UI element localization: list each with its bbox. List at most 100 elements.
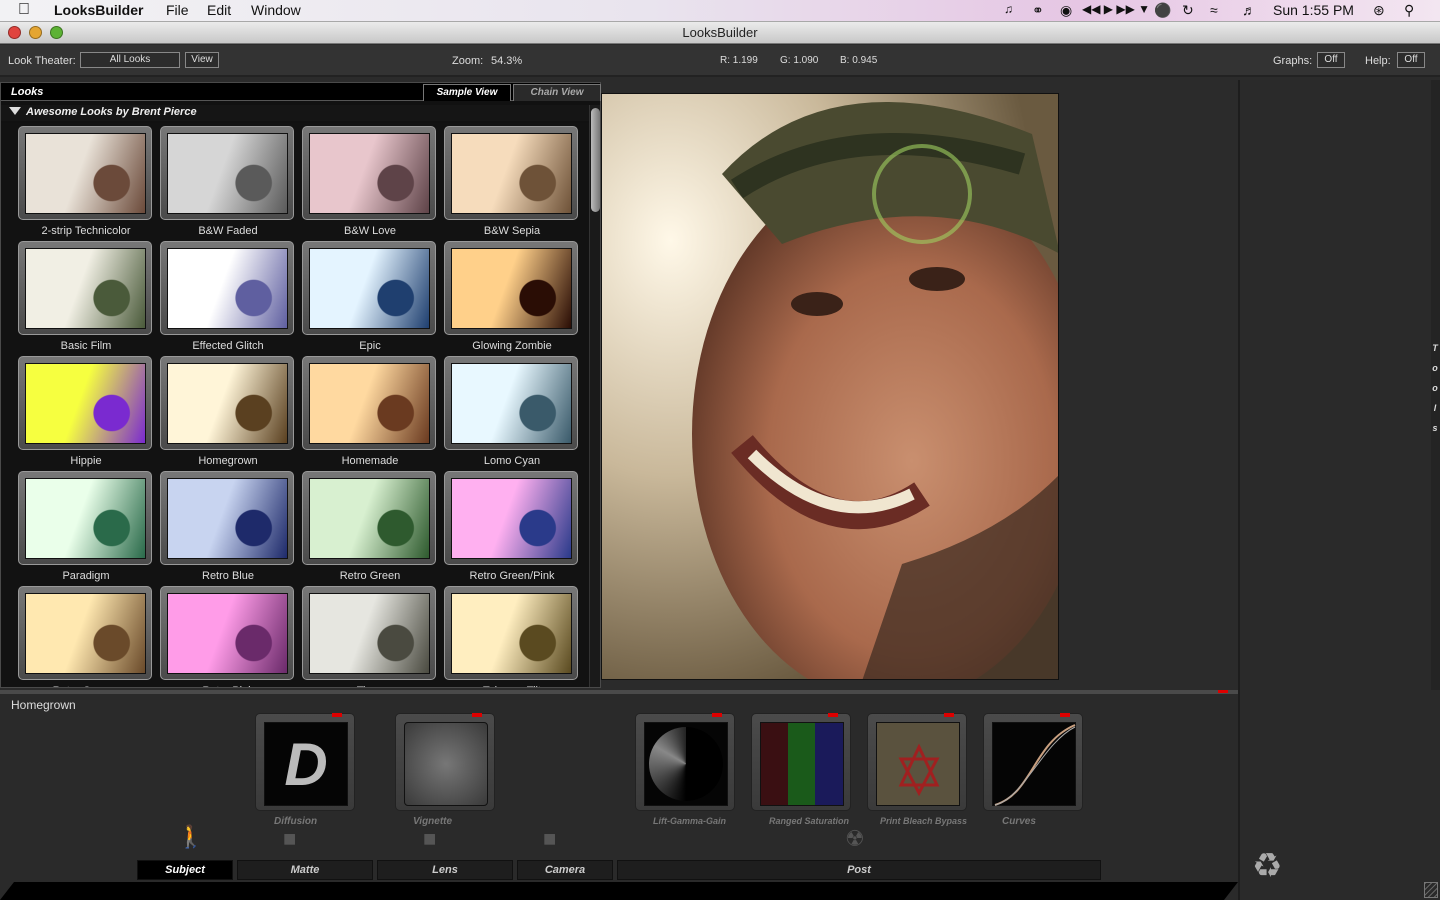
close-window-button[interactable] bbox=[8, 26, 21, 39]
look-thumbnail bbox=[309, 593, 430, 674]
zoom-value: 54.3% bbox=[491, 55, 523, 67]
look-tile[interactable]: Glowing Zombie bbox=[444, 241, 578, 352]
look-thumbnail bbox=[451, 248, 572, 329]
trash-icon[interactable]: ♻ bbox=[1252, 846, 1282, 886]
look-tile[interactable]: Retro Green/Pink bbox=[444, 471, 578, 582]
look-thumbnail bbox=[451, 363, 572, 444]
preview-image[interactable] bbox=[601, 93, 1059, 680]
menu-window[interactable]: Window bbox=[251, 2, 301, 18]
look-thumbnail bbox=[25, 248, 146, 329]
look-tile[interactable]: Hippie bbox=[18, 356, 152, 467]
volume-icon[interactable]: ♬ bbox=[1242, 2, 1256, 18]
look-thumbnail bbox=[167, 593, 288, 674]
zoom-window-button[interactable] bbox=[50, 26, 63, 39]
tools-label-letter: l bbox=[1433, 403, 1437, 413]
look-tile[interactable]: Basic Film bbox=[18, 241, 152, 352]
looks-group-title: Awesome Looks by Brent Pierce bbox=[26, 106, 197, 118]
bleach-bypass-icon bbox=[876, 722, 960, 806]
look-theater-select[interactable]: All Looks bbox=[80, 52, 180, 68]
spotlight-search-icon[interactable]: ⚲ bbox=[1404, 2, 1414, 19]
clock[interactable]: Sun 1:55 PM bbox=[1273, 2, 1354, 18]
look-tile[interactable]: Epic bbox=[302, 241, 436, 352]
look-tile[interactable]: 2-strip Technicolor bbox=[18, 126, 152, 237]
looks-thumbnail-grid: 2-strip Technicolor B&W Faded B&W Love B&W … bbox=[1, 123, 589, 687]
look-theater-label: Look Theater: bbox=[8, 55, 76, 67]
look-tile[interactable]: Retro Blue bbox=[160, 471, 294, 582]
tool-ranged-saturation[interactable] bbox=[751, 713, 851, 811]
status-icon[interactable]: ⚫ bbox=[1154, 2, 1171, 19]
tab-matte[interactable]: Matte bbox=[237, 860, 373, 880]
look-tile[interactable]: Homegrown bbox=[160, 356, 294, 467]
look-tile-label: Paradigm bbox=[62, 570, 110, 582]
menu-edit[interactable]: Edit bbox=[207, 2, 231, 18]
tool-vignette[interactable] bbox=[395, 713, 495, 811]
look-tile-label: Retro Green bbox=[339, 570, 401, 582]
tool-print-bleach-bypass[interactable] bbox=[867, 713, 967, 811]
look-tile[interactable]: B&W Love bbox=[302, 126, 436, 237]
tab-post[interactable]: Post bbox=[617, 860, 1101, 880]
look-tile[interactable]: Tinny bbox=[302, 586, 436, 687]
tool-curves[interactable] bbox=[983, 713, 1083, 811]
preview-photo-graphic bbox=[602, 94, 1058, 679]
tab-lens[interactable]: Lens bbox=[377, 860, 513, 880]
tab-chain-view[interactable]: Chain View bbox=[513, 84, 601, 101]
graphs-label: Graphs: bbox=[1273, 55, 1313, 67]
minimize-window-button[interactable] bbox=[29, 26, 42, 39]
look-tile-label: B&W Sepia bbox=[483, 225, 541, 237]
look-tile[interactable]: Effected Glitch bbox=[160, 241, 294, 352]
green-readout: G: 1.090 bbox=[780, 55, 819, 66]
resize-grip-icon[interactable] bbox=[1424, 882, 1438, 898]
tool-print-bleach-bypass-label: Print Bleach Bypass bbox=[880, 816, 968, 826]
look-thumbnail bbox=[167, 248, 288, 329]
tab-camera[interactable]: Camera bbox=[517, 860, 613, 880]
look-tile-label: Glowing Zombie bbox=[472, 340, 552, 352]
tools-drawer-label[interactable]: Tools bbox=[1430, 338, 1440, 438]
look-thumbnail bbox=[167, 133, 288, 214]
menu-file[interactable]: File bbox=[166, 2, 189, 18]
looks-group-header[interactable]: Awesome Looks by Brent Pierce bbox=[1, 105, 591, 121]
look-tile[interactable]: B&W Sepia bbox=[444, 126, 578, 237]
look-tile-label: B&W Love bbox=[344, 225, 396, 237]
tool-diffusion[interactable]: D bbox=[255, 713, 355, 811]
sync-icon[interactable]: ↻ bbox=[1182, 2, 1194, 19]
divider-marker bbox=[1218, 690, 1228, 693]
look-tile[interactable]: Paradigm bbox=[18, 471, 152, 582]
look-tile[interactable]: Lomo Cyan bbox=[444, 356, 578, 467]
tools-label-letter: o bbox=[1432, 383, 1438, 393]
view-button[interactable]: View bbox=[185, 52, 219, 68]
headphones-icon[interactable]: ⚭ bbox=[1032, 2, 1044, 19]
tab-sample-view[interactable]: Sample View bbox=[423, 84, 511, 101]
looks-scrollbar[interactable] bbox=[589, 105, 600, 687]
look-thumbnail bbox=[25, 593, 146, 674]
disclosure-triangle-icon[interactable] bbox=[9, 107, 21, 115]
bluetooth-icon[interactable]: ⊛ bbox=[1373, 2, 1385, 19]
app-menu[interactable]: LooksBuilder bbox=[54, 2, 143, 18]
tab-subject[interactable]: Subject bbox=[137, 860, 233, 880]
look-tile[interactable]: Retro Pink bbox=[160, 586, 294, 687]
look-tile[interactable]: B&W Faded bbox=[160, 126, 294, 237]
looks-scrollbar-thumb[interactable] bbox=[591, 108, 600, 212]
rgb-bars-icon bbox=[760, 722, 844, 806]
graphs-toggle[interactable]: Off bbox=[1317, 52, 1345, 68]
tool-active-indicator bbox=[712, 713, 722, 717]
itunes-icon[interactable]: ♫ bbox=[1004, 2, 1013, 16]
look-tile[interactable]: Tobacco Tilt bbox=[444, 586, 578, 687]
tool-lift-gamma-gain-label: Lift-Gamma-Gain bbox=[653, 816, 727, 826]
look-tile[interactable]: Retro Green bbox=[302, 471, 436, 582]
tools-label-letter: o bbox=[1432, 363, 1438, 373]
look-thumbnail bbox=[25, 133, 146, 214]
diffusion-d-icon: D bbox=[264, 722, 348, 806]
look-tile[interactable]: Retro Orange bbox=[18, 586, 152, 687]
tools-panel: Tools ♻ bbox=[1238, 80, 1440, 900]
look-tile[interactable]: Homemade bbox=[302, 356, 436, 467]
apple-icon[interactable]:  bbox=[18, 1, 30, 19]
tools-label-letter: T bbox=[1432, 343, 1438, 353]
wifi-icon[interactable]: ≈ bbox=[1210, 2, 1218, 18]
media-controls-icon[interactable]: ◀◀ ▶ ▶▶ ▼ bbox=[1082, 2, 1150, 16]
help-toggle[interactable]: Off bbox=[1397, 52, 1425, 68]
look-tile-label: Basic Film bbox=[60, 340, 112, 352]
tool-lift-gamma-gain[interactable] bbox=[635, 713, 735, 811]
look-thumbnail bbox=[451, 593, 572, 674]
window-titlebar: LooksBuilder bbox=[0, 22, 1440, 44]
globe-icon[interactable]: ◉ bbox=[1060, 2, 1072, 19]
